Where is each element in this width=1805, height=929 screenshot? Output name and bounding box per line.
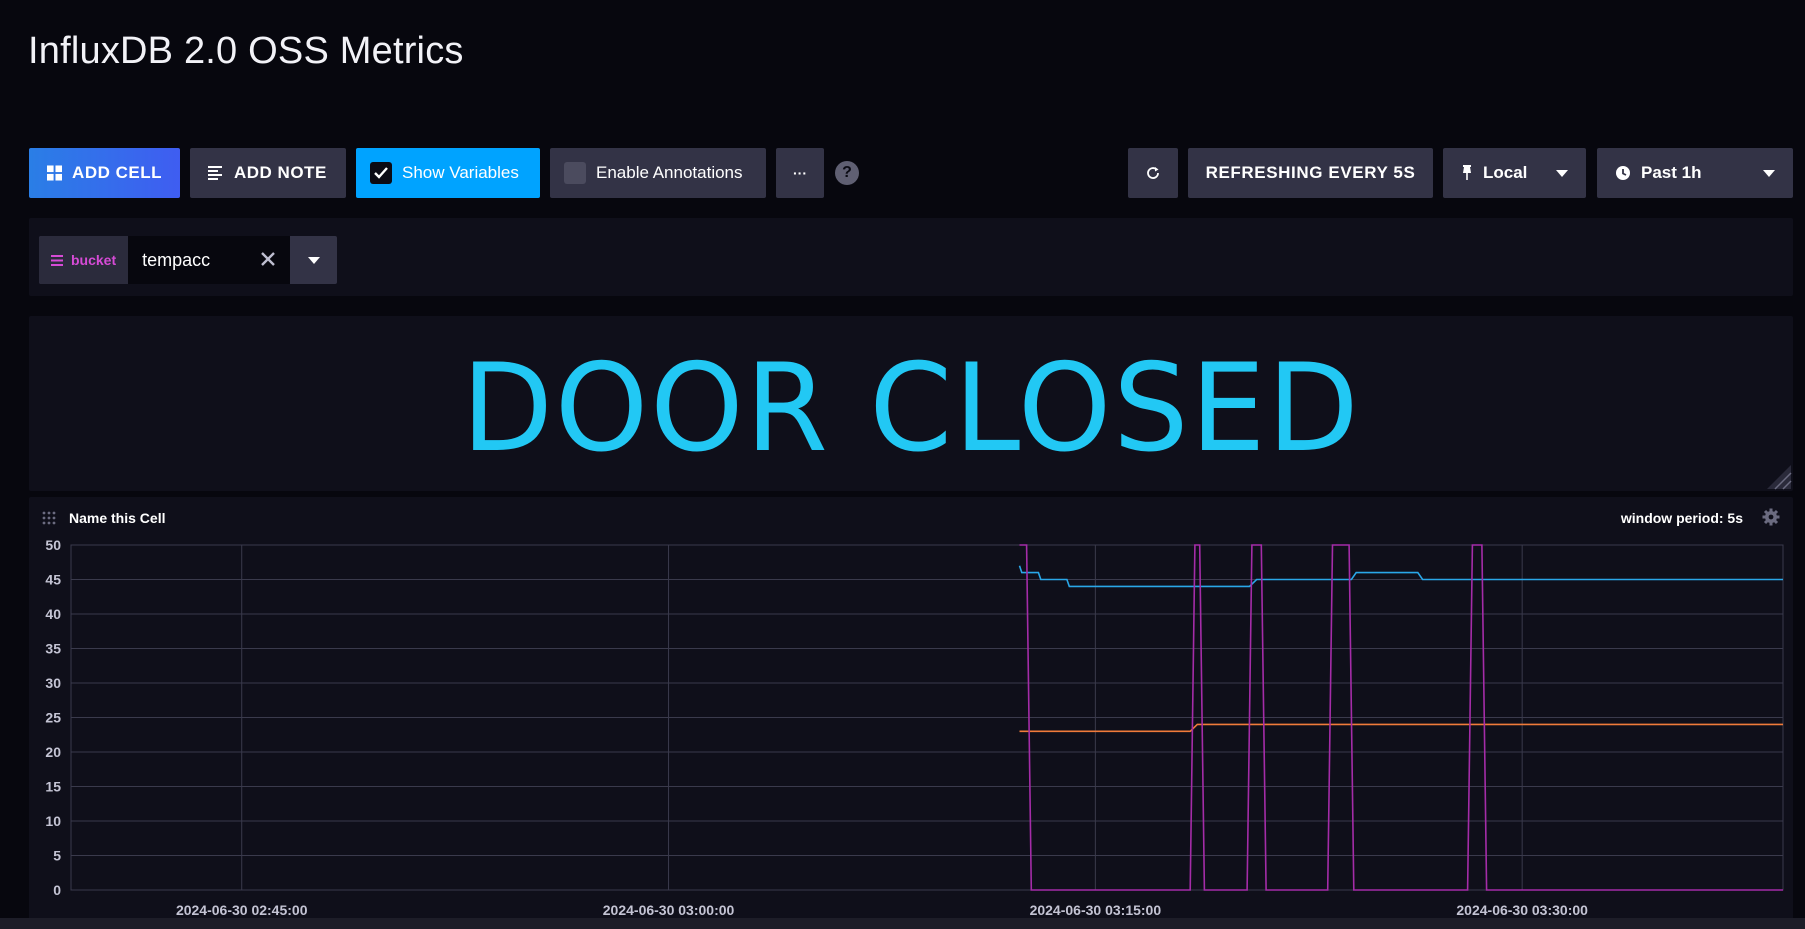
list-icon [51, 254, 63, 266]
series-line-2 [1019, 723, 1783, 733]
variable-name: bucket [39, 236, 129, 284]
help-icon[interactable]: ? [835, 161, 859, 185]
single-stat-value: DOOR CLOSED [461, 338, 1361, 480]
add-note-button[interactable]: ADD NOTE [190, 148, 346, 198]
add-cell-button[interactable]: ADD CELL [29, 148, 180, 198]
graph-cell: Name this Cell window period: 5s 0 5 10 15 2… [29, 497, 1793, 929]
timezone-label: Local [1483, 163, 1528, 182]
variable-dropdown-toggle[interactable] [290, 236, 337, 284]
y-tick-label: 25 [45, 710, 61, 726]
enable-annotations-toggle[interactable]: Enable Annotations [550, 148, 766, 198]
pin-icon [1463, 165, 1471, 180]
refresh-icon [1147, 167, 1159, 179]
enable-annotations-label: Enable Annotations [596, 163, 743, 182]
x-tick-label: 2024-06-30 03:30:00 [1456, 902, 1588, 918]
timezone-dropdown[interactable]: Local [1443, 148, 1586, 198]
text-lines-icon [208, 166, 222, 180]
y-tick-label: 45 [45, 572, 61, 588]
bottom-strip [0, 918, 1805, 929]
enable-annotations-checkbox[interactable] [564, 162, 586, 184]
more-options-button[interactable]: ··· [776, 148, 824, 198]
y-tick-label: 30 [45, 675, 61, 691]
series-line-1 [1018, 565, 1783, 588]
add-cell-label: ADD CELL [72, 163, 162, 182]
y-tick-label: 10 [45, 813, 61, 829]
y-tick-label: 20 [45, 744, 61, 760]
variable-value-input[interactable]: tempacc [128, 236, 291, 284]
show-variables-checkbox[interactable] [370, 162, 392, 184]
show-variables-label: Show Variables [402, 163, 519, 182]
auto-refresh-dropdown[interactable]: REFRESHING EVERY 5S [1188, 148, 1433, 198]
x-tick-label: 2024-06-30 03:15:00 [1030, 902, 1162, 918]
close-icon[interactable] [258, 249, 278, 269]
time-range-dropdown[interactable]: Past 1h [1597, 148, 1793, 198]
checkmark-icon [374, 167, 388, 179]
single-stat-cell: DOOR CLOSED [29, 316, 1793, 491]
variable-value-text: tempacc [142, 249, 211, 270]
variables-bar: bucket tempacc [29, 218, 1793, 296]
ellipsis-icon: ··· [793, 165, 807, 181]
x-tick-label: 2024-06-30 03:00:00 [603, 902, 735, 918]
y-tick-label: 40 [45, 606, 61, 622]
y-tick-label: 0 [53, 882, 61, 898]
refresh-button[interactable] [1128, 148, 1178, 198]
add-note-label: ADD NOTE [234, 163, 327, 182]
chevron-down-icon [1556, 169, 1568, 177]
x-tick-label: 2024-06-30 02:45:00 [176, 902, 308, 918]
variable-dropdown-bucket[interactable]: bucket tempacc [39, 236, 337, 284]
time-range-label: Past 1h [1641, 163, 1702, 182]
variable-name-label: bucket [71, 252, 117, 268]
show-variables-toggle[interactable]: Show Variables [356, 148, 540, 198]
chevron-down-icon [1763, 169, 1775, 177]
page-title: InfluxDB 2.0 OSS Metrics [28, 30, 464, 72]
chevron-down-icon [307, 256, 320, 264]
y-tick-label: 35 [45, 641, 61, 657]
clock-icon [1616, 166, 1630, 180]
y-tick-label: 50 [45, 537, 61, 553]
y-tick-label: 5 [53, 848, 61, 864]
resize-handle-icon[interactable] [1763, 461, 1793, 491]
grid-icon [47, 165, 63, 181]
line-chart[interactable]: 0 5 10 15 20 25 30 35 40 45 50 2024-06-30 02:45:00 2… [29, 497, 1793, 929]
y-tick-label: 15 [45, 779, 61, 795]
auto-refresh-label: REFRESHING EVERY 5S [1205, 163, 1416, 182]
